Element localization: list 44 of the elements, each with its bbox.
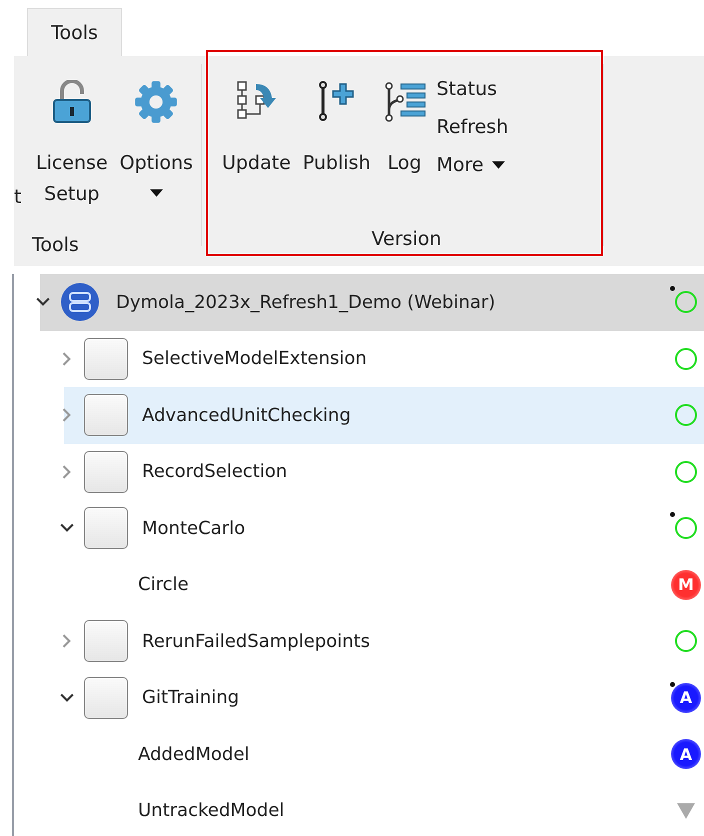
tree-item-label: RerunFailedSamplepoints: [142, 630, 371, 652]
tree-item-label: MonteCarlo: [142, 518, 246, 539]
modified-status-badge: M: [671, 570, 701, 600]
package-icon: [84, 450, 128, 493]
gear-icon: [134, 80, 178, 124]
group-label: Version: [370, 227, 442, 252]
library-icon: [60, 282, 100, 322]
clean-status-icon: [675, 291, 697, 314]
tree-item-label: GitTraining: [142, 687, 240, 708]
ribbon-button[interactable]: Options: [116, 66, 197, 230]
ribbon-button[interactable]: More: [434, 146, 510, 184]
tree-item-label: Dymola_2023x_Refresh1_Demo (Webinar): [116, 292, 496, 313]
clean-status-icon: [675, 404, 697, 426]
ribbon-tab[interactable]: Tools: [27, 8, 122, 56]
tree-item-label: AdvancedUnitChecking: [142, 404, 352, 426]
ribbon-button[interactable]: Status: [434, 70, 510, 108]
tree-item-label: AddedModel: [137, 744, 250, 765]
branch-list-icon: [382, 80, 426, 124]
clean-status-icon: [675, 348, 697, 370]
ribbon-button[interactable]: Refresh: [434, 108, 510, 146]
ribbon-button[interactable]: Log: [378, 66, 430, 224]
clean-status-icon: [675, 460, 697, 483]
group-label: Tools: [32, 233, 80, 258]
ribbon-button-label: t: [14, 186, 22, 208]
package-icon: [84, 676, 128, 719]
tree-item-label: RecordSelection: [142, 461, 288, 482]
added-status-badge: A: [671, 682, 701, 713]
ribbon-button[interactable]: Publish: [298, 66, 374, 224]
ribbon-button[interactable]: License Setup: [32, 66, 112, 230]
clean-status-icon: [675, 630, 697, 652]
untracked-triangle-icon: [677, 802, 695, 819]
package-icon: [84, 394, 128, 436]
row-highlight[interactable]: [40, 274, 704, 330]
tree-item-label: UntrackedModel: [137, 800, 286, 822]
caret-icon: [492, 161, 505, 169]
ribbon-button[interactable]: Update: [218, 66, 295, 224]
package-icon: [84, 620, 128, 662]
caret-icon: [150, 189, 163, 197]
tree-item-label: Circle: [137, 574, 190, 596]
tree-item-label: SelectiveModelExtension: [142, 348, 368, 370]
package-icon: [84, 507, 128, 550]
added-status-badge: A: [671, 739, 701, 770]
clean-status-icon: [675, 517, 697, 540]
package-icon: [84, 338, 128, 380]
